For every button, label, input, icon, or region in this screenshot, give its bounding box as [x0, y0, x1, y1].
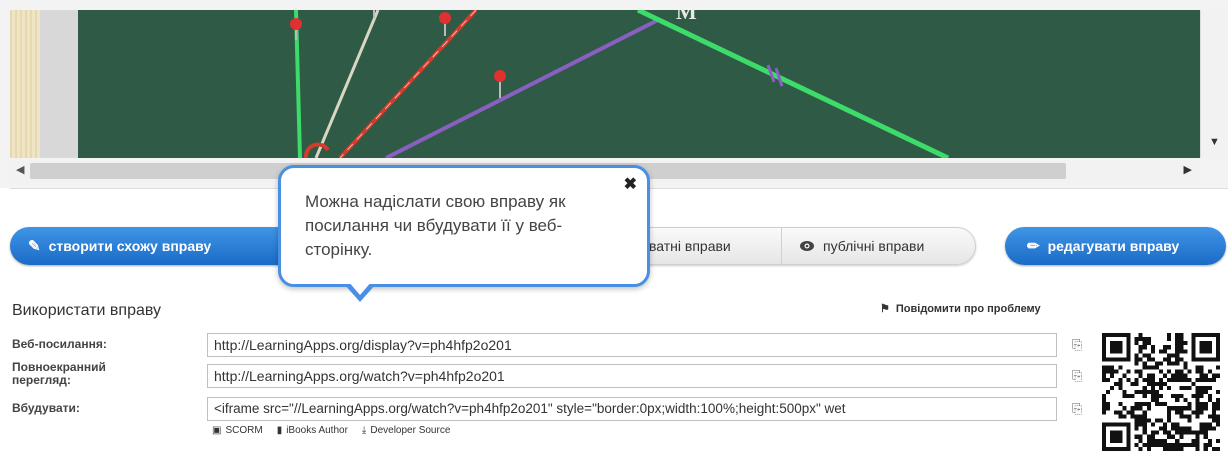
red-pin-icon[interactable] [494, 70, 506, 82]
purple-line [385, 18, 659, 158]
point-label-m: M [676, 10, 697, 24]
copy-icon[interactable]: ⎘ [1072, 401, 1082, 417]
exercise-viewer: M ▼ ◀ ▶ [0, 0, 1228, 189]
scorm-label: SCORM [225, 425, 263, 436]
red-line-dash [339, 10, 477, 158]
public-exercises-tab[interactable]: публічні вправи [799, 238, 924, 254]
use-exercise-title: Використати вправу [12, 302, 162, 319]
book-icon: ▮ [276, 425, 283, 436]
board-frame-inner [40, 10, 78, 158]
ibooks-author-label: iBooks Author [286, 425, 348, 436]
public-exercises-label: публічні вправи [823, 238, 925, 254]
green-diagonal-line [636, 10, 950, 158]
embed-code-field[interactable]: <iframe src="//LearningApps.org/watch?v=… [207, 397, 1057, 421]
package-icon: ▣ [212, 425, 222, 436]
share-tooltip: Можна надіслати свою вправу як посилання… [278, 165, 650, 302]
web-link-label: Веб-посилання: [12, 337, 107, 351]
edit-exercise-label: редагувати вправу [1047, 238, 1180, 254]
beige-line [314, 10, 380, 158]
red-pin-icon[interactable] [290, 18, 302, 30]
copy-icon[interactable]: ⎘ [1072, 368, 1082, 384]
report-problem-link[interactable]: ⚑ Повідомити про проблему [880, 302, 1041, 316]
geometry-drawing: M [290, 10, 950, 158]
private-exercises-tab[interactable]: ватні вправи [649, 238, 731, 254]
close-icon[interactable]: ✖ [624, 174, 637, 194]
embed-label: Вбудувати: [12, 401, 80, 415]
tooltip-pointer [344, 281, 376, 302]
fullscreen-label: Повноекранний перегляд: [12, 360, 106, 387]
tooltip-text: Можна надіслати свою вправу як посилання… [305, 192, 566, 259]
download-icon: ⤓ [361, 425, 367, 436]
fullscreen-link-field[interactable]: http://LearningApps.org/watch?v=ph4hfp2o… [207, 364, 1057, 388]
exercise-board[interactable]: M [78, 10, 1200, 158]
scroll-down-arrow-icon[interactable]: ▼ [1209, 136, 1220, 148]
red-pin-icon[interactable] [439, 12, 451, 24]
developer-source-link[interactable]: ⤓ Developer Source [362, 425, 450, 436]
vertical-scrollbar[interactable]: ▼ [1200, 10, 1228, 158]
copy-icon[interactable]: ⎘ [1072, 337, 1082, 353]
ibooks-author-link[interactable]: ▮ iBooks Author [277, 425, 348, 436]
edit-exercise-button[interactable]: ✏ редагувати вправу [1005, 227, 1226, 265]
flag-icon: ⚑ [880, 303, 890, 315]
developer-source-label: Developer Source [370, 425, 451, 436]
board-frame [10, 10, 40, 158]
scroll-left-arrow-icon[interactable]: ◀ [16, 163, 24, 176]
scroll-right-arrow-icon[interactable]: ▶ [1184, 163, 1192, 176]
report-problem-label: Повідомити про проблему [895, 302, 1041, 315]
create-similar-button[interactable]: ✎ створити схожу вправу [10, 227, 310, 265]
export-links: ▣ SCORM ▮ iBooks Author ⤓ Developer Sour… [212, 425, 450, 436]
qr-code [1102, 333, 1220, 451]
create-similar-label: створити схожу вправу [48, 238, 212, 254]
edit-square-icon: ✎ [28, 238, 41, 255]
eye-icon [800, 241, 814, 251]
exercise-filter-toggle: ватні вправи публічні вправи [600, 227, 976, 265]
pencil-icon: ✏ [1027, 238, 1040, 255]
web-link-field[interactable]: http://LearningApps.org/display?v=ph4hfp… [207, 333, 1057, 357]
divider [781, 228, 782, 264]
scorm-link[interactable]: ▣ SCORM [212, 425, 263, 436]
